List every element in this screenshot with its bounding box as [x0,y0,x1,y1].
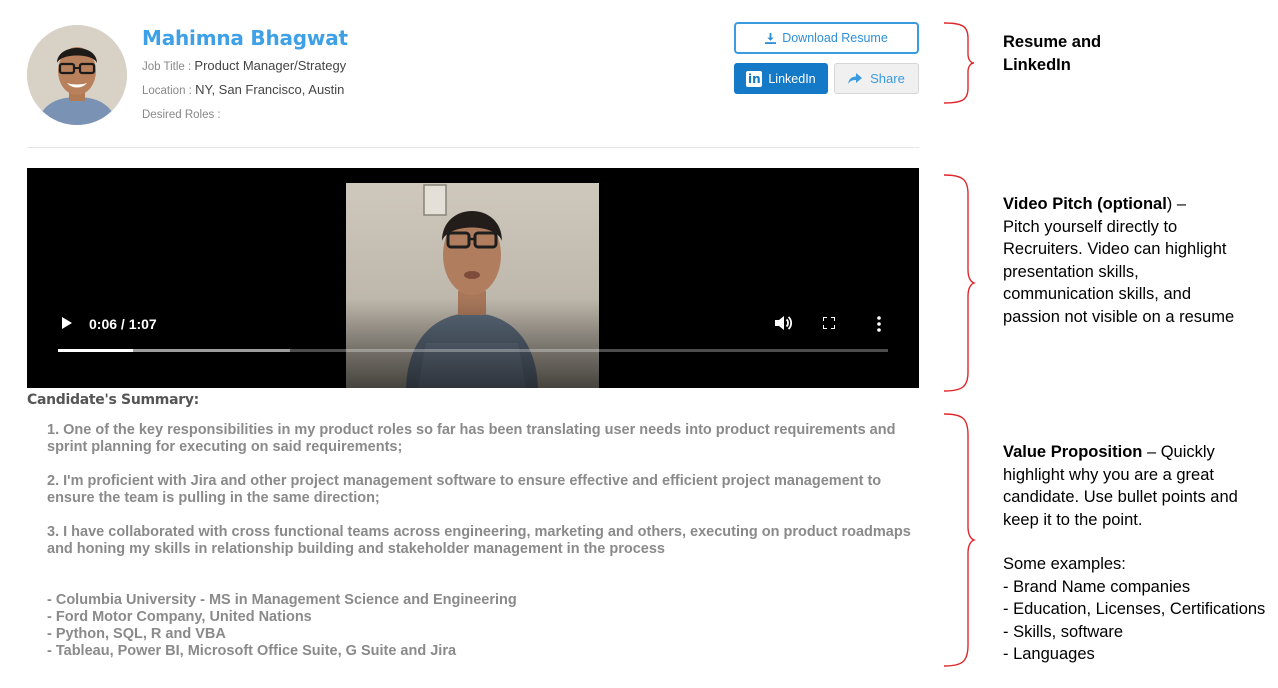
summary-bullet: - Python, SQL, R and VBA [47,626,226,642]
video-time: 0:06 / 1:07 [89,316,157,332]
share-button[interactable]: Share [834,63,919,94]
note-video-heading: Video Pitch (optional [1003,195,1167,213]
header-divider [27,147,919,148]
linkedin-icon: in [746,70,763,87]
linkedin-label: LinkedIn [768,71,816,86]
volume-icon[interactable] [774,315,792,331]
note-video-pitch: Video Pitch (optional) – Pitch yourself … [1003,193,1243,328]
note-example: - Brand Name companies [1003,577,1191,596]
note-video-text: Pitch yourself directly to Recruiters. V… [1003,217,1235,326]
summary-title: Candidate's Summary: [27,392,199,408]
job-title-value: Product Manager/Strategy [194,58,347,73]
fullscreen-icon[interactable] [823,317,835,329]
note-examples-title: Some examples: [1003,555,1126,573]
note-resume-line1: Resume and [1003,33,1102,51]
video-seek-bar[interactable] [58,349,888,352]
share-label: Share [870,71,905,86]
location-row: Location : NY, San Francisco, Austin [142,82,344,97]
brace-resume [943,22,975,104]
download-resume-button[interactable]: Download Resume [734,22,919,54]
desired-roles-row: Desired Roles : [142,106,221,121]
brace-video [943,174,977,392]
candidate-name: Mahimna Bhagwat [142,26,348,50]
candidate-avatar [27,25,127,125]
note-example: - Education, Licenses, Certifications [1003,600,1266,618]
video-progress [58,349,133,352]
more-vertical-icon[interactable] [876,316,882,332]
desired-roles-label: Desired Roles : [142,109,221,121]
download-icon [765,32,777,44]
download-resume-label: Download Resume [782,31,888,45]
play-icon[interactable] [61,316,73,330]
summary-point-3: 3. I have collaborated with cross functi… [47,524,911,557]
video-pitch-player[interactable]: 0:06 / 1:07 [27,168,919,388]
note-resume-linkedin: Resume and LinkedIn [1003,31,1153,76]
summary-bullet: - Columbia University - MS in Management… [47,592,517,608]
note-resume-line2: LinkedIn [1003,55,1071,74]
job-title-row: Job Title : Product Manager/Strategy [142,58,346,73]
linkedin-button[interactable]: in LinkedIn [734,63,828,94]
summary-point-2: 2. I'm proficient with Jira and other pr… [47,473,882,506]
note-example: - Languages [1003,645,1095,663]
job-title-label: Job Title : [142,61,195,73]
summary-bullet: - Ford Motor Company, United Nations [47,609,312,625]
summary-point-1: 1. One of the key responsibilities in my… [47,422,896,455]
location-value: NY, San Francisco, Austin [195,82,345,97]
summary-bullet: - Tableau, Power BI, Microsoft Office Su… [47,643,457,659]
video-frame [346,183,599,388]
note-example: - Skills, software [1003,622,1124,641]
brace-value [943,413,977,667]
location-label: Location : [142,85,196,97]
note-value-heading: Value Proposition [1003,443,1143,461]
summary-bullets: - Columbia University - MS in Management… [47,592,517,660]
share-arrow-icon [848,72,863,84]
note-value-proposition: Value Proposition – Quickly highlight wh… [1003,441,1278,666]
note-video-dash: – [1172,195,1187,213]
video-shade [346,298,599,388]
